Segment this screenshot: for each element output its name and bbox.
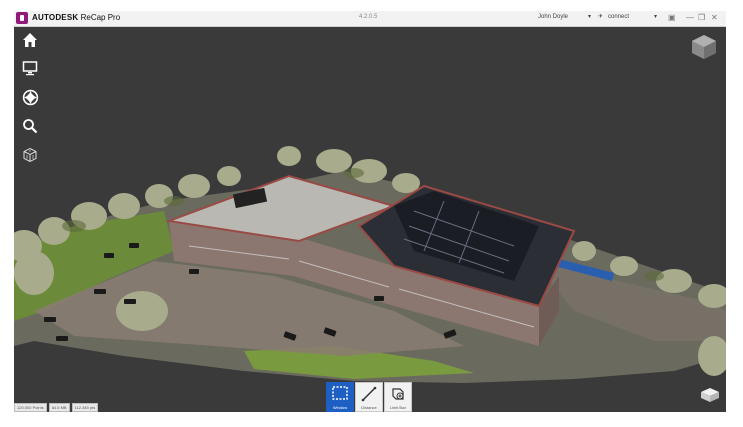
search-button[interactable] [20, 116, 40, 136]
navigation-button[interactable] [20, 87, 40, 107]
home-icon [23, 33, 37, 47]
measure-distance-icon [361, 386, 377, 402]
point-cloud-button[interactable] [20, 145, 40, 165]
status-visible-points: 112.345 pts [71, 403, 99, 412]
window-selection-button[interactable]: Window [326, 382, 354, 412]
home-button[interactable] [20, 30, 40, 50]
bottom-toolbar: Window Distance Limit Box [326, 382, 412, 412]
connect-caret-icon[interactable]: ▾ [654, 13, 657, 20]
app-logo-icon [16, 12, 28, 24]
point-cloud-icon [23, 147, 37, 163]
view-cube-icon[interactable] [690, 33, 718, 61]
restore-icon[interactable]: ❐ [698, 13, 705, 22]
display-settings-button[interactable] [20, 58, 40, 78]
minimize-icon[interactable]: — [686, 13, 694, 22]
title-bar: AUTODESK ReCap Pro 4.2.0.5 John Doyle ▾ … [14, 11, 726, 27]
tool-label: Limit Box [389, 405, 407, 410]
notifications-icon[interactable]: ▣ [668, 13, 676, 22]
tool-label: Distance [361, 405, 377, 410]
user-caret-icon[interactable]: ▾ [588, 13, 591, 20]
recap-window: AUTODESK ReCap Pro 4.2.0.5 John Doyle ▾ … [14, 11, 726, 412]
distance-button[interactable]: Distance [355, 382, 383, 412]
status-point-count: 120.000 Points [14, 403, 47, 412]
connect-icon: ✈ [598, 14, 604, 20]
status-memory: 84.5 MB [48, 403, 70, 412]
limit-box-icon [392, 388, 404, 400]
close-icon[interactable]: ✕ [711, 13, 718, 22]
search-icon [23, 119, 38, 134]
selection-window-icon [332, 386, 348, 400]
orientation-cube-icon[interactable] [700, 387, 720, 403]
app-version: 4.2.0.5 [359, 14, 378, 20]
app-title: AUTODESK ReCap Pro [32, 13, 121, 22]
status-bar: 120.000 Points 84.5 MB 112.345 pts [14, 403, 150, 412]
tool-label: Window [332, 405, 348, 410]
point-cloud-viewport[interactable] [14, 11, 726, 412]
user-menu[interactable]: John Doyle [538, 14, 568, 20]
navigation-wheel-icon [22, 89, 38, 105]
limit-box-button[interactable]: Limit Box [384, 382, 412, 412]
connect-menu[interactable]: connect [608, 14, 629, 20]
monitor-icon [22, 61, 38, 76]
